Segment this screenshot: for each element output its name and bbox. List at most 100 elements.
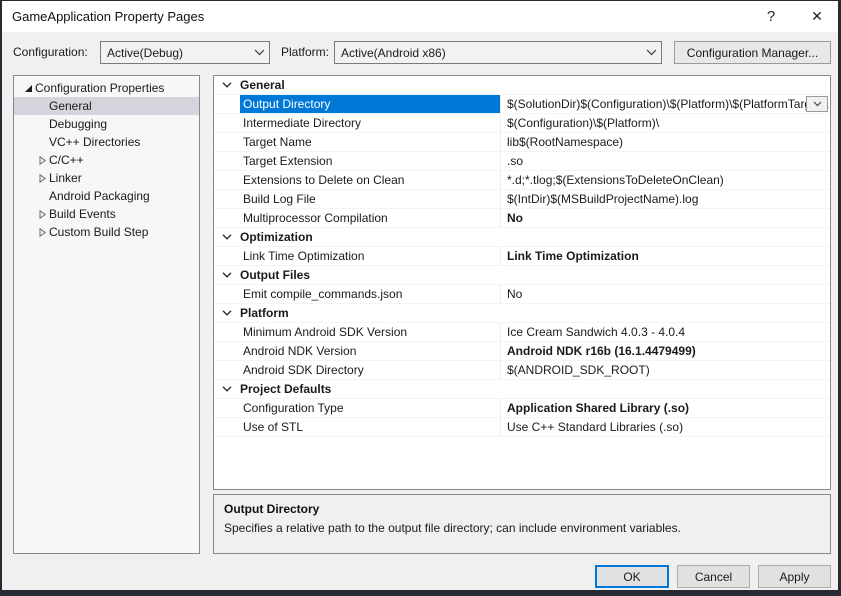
property-value[interactable]: Application Shared Library (.so)	[500, 399, 830, 417]
property-value[interactable]: Ice Cream Sandwich 4.0.3 - 4.0.4	[500, 323, 830, 341]
property-value[interactable]: No	[500, 209, 830, 227]
grid-row-android-sdk-directory[interactable]: Android SDK Directory$(ANDROID_SDK_ROOT)	[214, 361, 830, 380]
configuration-dropdown[interactable]: Active(Debug)	[100, 41, 270, 64]
property-value[interactable]: lib$(RootNamespace)	[500, 133, 830, 151]
close-icon[interactable]: ✕	[800, 4, 834, 30]
tree-collapsed-icon[interactable]	[35, 210, 49, 219]
property-name[interactable]: Build Log File	[240, 190, 500, 208]
tree-item-build-events[interactable]: Build Events	[14, 205, 199, 223]
property-name[interactable]: Link Time Optimization	[240, 247, 500, 265]
chevron-down-icon[interactable]	[214, 228, 240, 246]
property-name[interactable]: Target Extension	[240, 152, 500, 170]
grid-row-link-time-optimization[interactable]: Link Time Optimization Link Time Optimiza…	[214, 247, 830, 266]
tree-expanded-icon[interactable]	[21, 84, 35, 93]
row-indent	[214, 95, 240, 113]
chevron-down-icon[interactable]	[214, 76, 240, 94]
property-value-text: Application Shared Library (.so)	[507, 401, 689, 415]
property-value-text: .so	[507, 154, 523, 168]
property-name[interactable]: Minimum Android SDK Version	[240, 323, 500, 341]
chevron-down-icon[interactable]	[214, 266, 240, 284]
grid-section-optimization[interactable]: Optimization	[214, 228, 830, 247]
grid-section-project-defaults[interactable]: Project Defaults	[214, 380, 830, 399]
tree-item-general[interactable]: General	[14, 97, 199, 115]
grid-row-target-extension[interactable]: Target Extension .so	[214, 152, 830, 171]
configuration-manager-label: Configuration Manager...	[687, 46, 818, 60]
property-value[interactable]: Android NDK r16b (16.1.4479499)	[500, 342, 830, 360]
property-value-text: Android NDK r16b (16.1.4479499)	[507, 344, 696, 358]
grid-section-general[interactable]: General	[214, 76, 830, 95]
chevron-down-icon[interactable]	[214, 380, 240, 398]
tree-item-label: VC++ Directories	[49, 135, 140, 149]
platform-label: Platform:	[281, 45, 329, 59]
grid-row-minimum-android-sdk-version[interactable]: Minimum Android SDK VersionIce Cream San…	[214, 323, 830, 342]
row-indent	[214, 171, 240, 189]
grid-row-build-log-file[interactable]: Build Log File$(IntDir)$(MSBuildProjectN…	[214, 190, 830, 209]
tree-item-label: Build Events	[49, 207, 116, 221]
property-value[interactable]: *.d;*.tlog;$(ExtensionsToDeleteOnClean)	[500, 171, 830, 189]
property-value-text: *.d;*.tlog;$(ExtensionsToDeleteOnClean)	[507, 173, 724, 187]
grid-row-multiprocessor-compilation[interactable]: Multiprocessor CompilationNo	[214, 209, 830, 228]
property-name[interactable]: Android SDK Directory	[240, 361, 500, 379]
property-value[interactable]: No	[500, 285, 830, 303]
row-indent	[214, 247, 240, 265]
tree-item-android-packaging[interactable]: Android Packaging	[14, 187, 199, 205]
row-indent	[214, 114, 240, 132]
property-value[interactable]: Link Time Optimization	[500, 247, 830, 265]
ok-button[interactable]: OK	[595, 565, 669, 588]
tree-item-label: Linker	[49, 171, 82, 185]
configuration-manager-button[interactable]: Configuration Manager...	[674, 41, 831, 64]
help-icon[interactable]: ?	[754, 4, 788, 30]
grid-row-configuration-type[interactable]: Configuration Type Application Shared Lib…	[214, 399, 830, 418]
configuration-label: Configuration:	[13, 45, 88, 59]
tree-item-debugging[interactable]: Debugging	[14, 115, 199, 133]
grid-row-extensions-to-delete-on-clean[interactable]: Extensions to Delete on Clean *.d;*.tlog;…	[214, 171, 830, 190]
grid-row-target-name[interactable]: Target Namelib$(RootNamespace)	[214, 133, 830, 152]
tree-collapsed-icon[interactable]	[35, 228, 49, 237]
property-name[interactable]: Configuration Type	[240, 399, 500, 417]
tree-item-c-c[interactable]: C/C++	[14, 151, 199, 169]
tree-item-configuration-properties[interactable]: Configuration Properties	[14, 79, 199, 97]
property-name[interactable]: Extensions to Delete on Clean	[240, 171, 500, 189]
tree-item-custom-build-step[interactable]: Custom Build Step	[14, 223, 199, 241]
tree-item-label: Android Packaging	[49, 189, 150, 203]
grid-row-use-of-stl[interactable]: Use of STLUse C++ Standard Libraries (.s…	[214, 418, 830, 437]
apply-button[interactable]: Apply	[758, 565, 831, 588]
property-name[interactable]: Use of STL	[240, 418, 500, 436]
tree-collapsed-icon[interactable]	[35, 156, 49, 165]
tree-item-linker[interactable]: Linker	[14, 169, 199, 187]
property-name[interactable]: Multiprocessor Compilation	[240, 209, 500, 227]
grid-section-output-files[interactable]: Output Files	[214, 266, 830, 285]
property-name[interactable]: Target Name	[240, 133, 500, 151]
grid-row-output-directory[interactable]: Output Directory$(SolutionDir)$(Configur…	[214, 95, 830, 114]
grid-row-intermediate-directory[interactable]: Intermediate Directory $(Configuration)\$…	[214, 114, 830, 133]
title-bar: GameApplication Property Pages ? ✕	[2, 1, 838, 32]
property-name[interactable]: Emit compile_commands.json	[240, 285, 500, 303]
grid-row-android-ndk-version[interactable]: Android NDK Version Android NDK r16b (16.…	[214, 342, 830, 361]
chevron-down-icon[interactable]	[214, 304, 240, 322]
property-value[interactable]: $(Configuration)\$(Platform)\	[500, 114, 830, 132]
property-value[interactable]: Use C++ Standard Libraries (.so)	[500, 418, 830, 436]
cancel-button[interactable]: Cancel	[677, 565, 750, 588]
property-name[interactable]: Android NDK Version	[240, 342, 500, 360]
chevron-down-icon	[249, 49, 269, 56]
row-indent	[214, 342, 240, 360]
grid-section-platform[interactable]: Platform	[214, 304, 830, 323]
property-value-text: Link Time Optimization	[507, 249, 639, 263]
property-value[interactable]: .so	[500, 152, 830, 170]
tree-item-label: Configuration Properties	[35, 81, 164, 95]
platform-dropdown[interactable]: Active(Android x86)	[334, 41, 662, 64]
grid-row-emit-compile-commands-json[interactable]: Emit compile_commands.jsonNo	[214, 285, 830, 304]
row-indent	[214, 152, 240, 170]
description-text: Specifies a relative path to the output …	[224, 521, 820, 535]
window-title: GameApplication Property Pages	[2, 9, 754, 24]
property-value-text: $(Configuration)\$(Platform)\	[507, 116, 659, 130]
property-name[interactable]: Intermediate Directory	[240, 114, 500, 132]
dialog-client-area: GameApplication Property Pages ? ✕ Confi…	[2, 1, 838, 590]
tree-item-vc-directories[interactable]: VC++ Directories	[14, 133, 199, 151]
property-value[interactable]: $(ANDROID_SDK_ROOT)	[500, 361, 830, 379]
property-value[interactable]: $(IntDir)$(MSBuildProjectName).log	[500, 190, 830, 208]
property-name[interactable]: Output Directory	[240, 95, 500, 113]
tree-collapsed-icon[interactable]	[35, 174, 49, 183]
property-value[interactable]: $(SolutionDir)$(Configuration)\$(Platfor…	[500, 95, 830, 113]
value-dropdown-button[interactable]	[806, 96, 828, 112]
